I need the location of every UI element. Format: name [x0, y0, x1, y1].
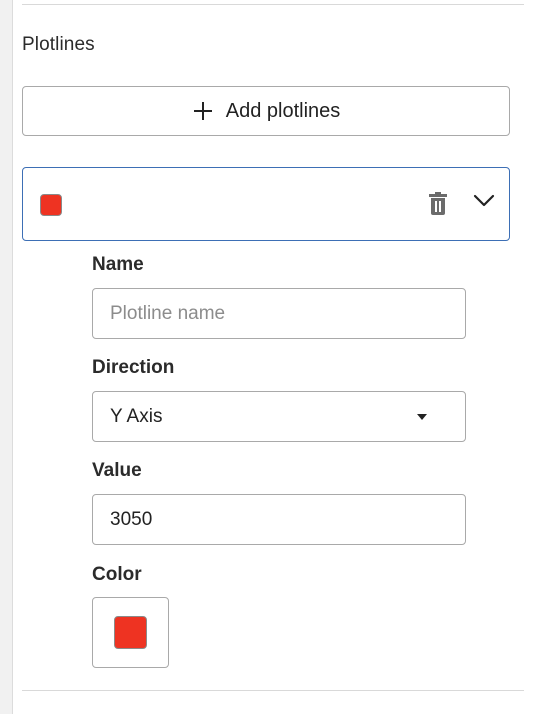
plotline-name-input[interactable] — [92, 288, 466, 339]
section-title: Plotlines — [22, 34, 95, 55]
bottom-divider — [22, 690, 524, 691]
top-divider — [22, 4, 524, 5]
chevron-down-icon[interactable] — [473, 194, 495, 208]
value-label: Value — [92, 460, 142, 481]
color-swatch — [114, 616, 147, 649]
color-label: Color — [92, 564, 142, 585]
direction-select[interactable]: Y Axis — [92, 391, 466, 442]
direction-label: Direction — [92, 357, 175, 378]
plotline-value-input[interactable] — [92, 494, 466, 545]
caret-down-icon — [417, 414, 427, 420]
add-plotlines-button[interactable]: Add plotlines — [22, 86, 510, 136]
plotline-color-swatch — [40, 194, 62, 216]
plotline-item-header[interactable] — [22, 167, 510, 241]
name-label: Name — [92, 254, 144, 275]
plus-icon — [192, 100, 214, 122]
color-picker-button[interactable] — [92, 597, 169, 668]
trash-icon[interactable] — [429, 192, 447, 216]
direction-selected-value: Y Axis — [110, 406, 163, 427]
add-plotlines-label: Add plotlines — [225, 99, 341, 122]
